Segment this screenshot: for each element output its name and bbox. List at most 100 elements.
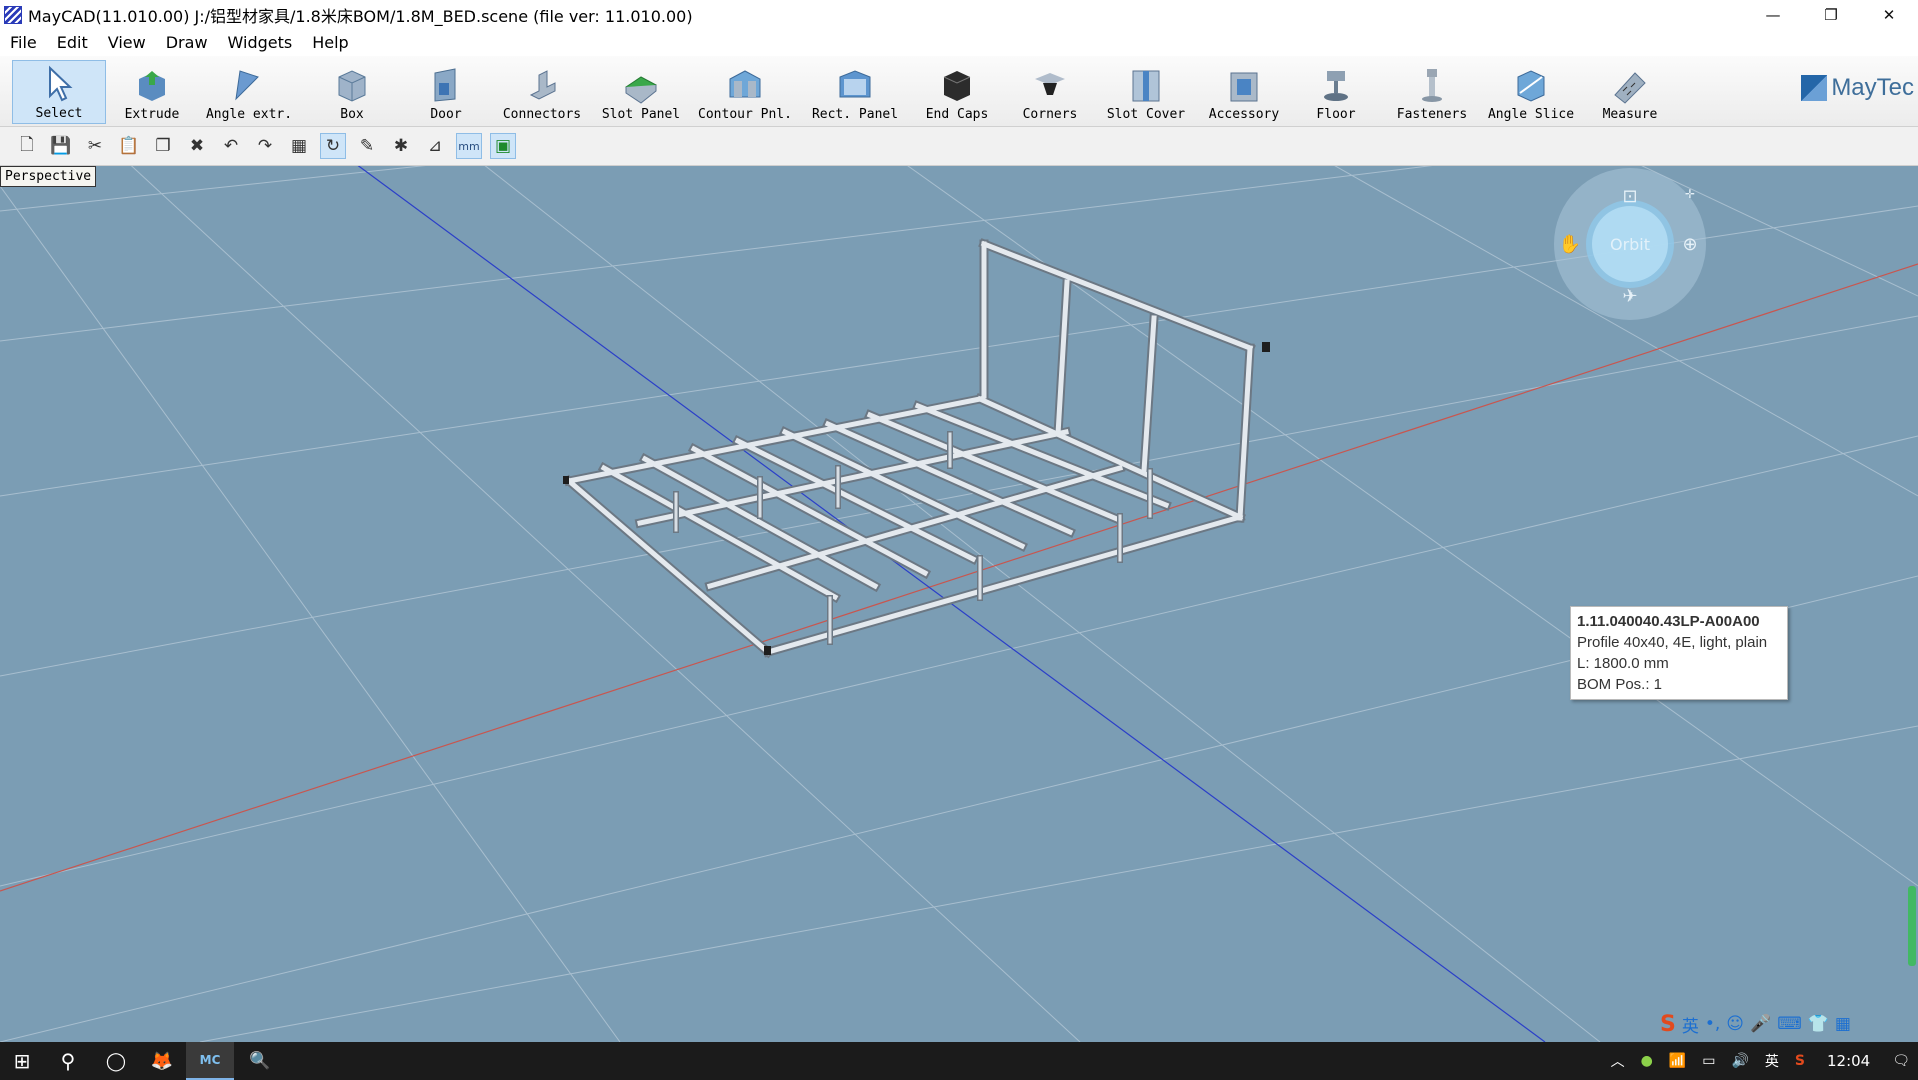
system-tray: ︿ ● 📶 ▭ 🔊 英 S 12:04 🗨	[1603, 1042, 1918, 1080]
windows-taskbar: ⊞ ⚲ ◯ 🦊 MC 🔍 ︿ ● 📶 ▭ 🔊 英 S 12:04 🗨	[0, 1042, 1918, 1080]
redo-icon[interactable]: ↷	[252, 133, 278, 159]
start-button-icon[interactable]: ⊞	[0, 1042, 44, 1080]
x-axis-line	[0, 263, 1918, 892]
close-button[interactable]: ✕	[1860, 0, 1918, 30]
scene-canvas[interactable]: Orbit ⊡ ✋ ⊕ ✈ ✛	[0, 166, 1918, 1042]
tooltip-part-number: 1.11.040040.43LP-A00A00	[1577, 613, 1760, 630]
ime-mic-icon[interactable]: 🎤	[1750, 1014, 1771, 1034]
fasteners-icon	[1422, 69, 1442, 102]
rotate-icon[interactable]: ↻	[320, 133, 346, 159]
fit-view-icon[interactable]: ⊡	[1622, 186, 1637, 207]
end-caps-icon	[943, 71, 971, 101]
new-file-icon[interactable]: 🗋	[14, 133, 40, 159]
part-tooltip: 1.11.040040.43LP-A00A00 Profile 40x40, 4…	[1570, 606, 1788, 700]
tool-angle-extr[interactable]: Angle extr.	[204, 60, 294, 124]
bug-icon[interactable]: ✱	[388, 133, 414, 159]
ime-menu-icon[interactable]: ▦	[1835, 1014, 1851, 1034]
bed-frame-model[interactable]	[562, 238, 1270, 659]
tool-select[interactable]: Select	[12, 60, 106, 124]
cortana-icon[interactable]: ◯	[96, 1042, 136, 1080]
menu-view[interactable]: View	[98, 33, 156, 52]
copy-icon[interactable]: ❐	[150, 133, 176, 159]
dimension-icon[interactable]: ⊿	[422, 133, 448, 159]
undo-icon[interactable]: ↶	[218, 133, 244, 159]
pan-hand-icon[interactable]: ✋	[1559, 233, 1581, 255]
tool-extrude[interactable]: Extrude	[112, 60, 192, 124]
firefox-icon[interactable]: 🦊	[142, 1042, 182, 1080]
paste-icon[interactable]: 📋	[116, 133, 142, 159]
extrude-icon	[139, 71, 165, 101]
window-title: MayCAD(11.010.00) J:/铝型材家具/1.8米床BOM/1.8M…	[28, 7, 693, 26]
menu-draw[interactable]: Draw	[156, 33, 218, 52]
ime-keyboard-icon[interactable]: ⌨	[1777, 1014, 1802, 1034]
sogou-logo-icon[interactable]: S	[1660, 1012, 1676, 1037]
zoom-icon[interactable]: ⊕	[1682, 234, 1697, 255]
select-cursor-icon	[49, 65, 73, 102]
tool-ribbon: Select Extrude Angle extr. Box Door Conn…	[0, 56, 1918, 127]
taskbar-search-icon[interactable]: ⚲	[48, 1042, 88, 1080]
tray-sogou-icon[interactable]: S	[1795, 1053, 1805, 1069]
grid-select-icon[interactable]: ▦	[286, 133, 312, 159]
quick-icon-bar: 🗋 💾 ✂ 📋 ❐ ✖ ↶ ↷ ▦ ↻ ✎ ✱ ⊿ mm ▣	[0, 127, 1918, 166]
tool-measure[interactable]: Measure	[1592, 60, 1668, 124]
notification-icon[interactable]: 🗨	[1892, 1053, 1910, 1069]
slot-panel-icon	[625, 76, 657, 104]
3d-viewport[interactable]: Orbit ⊡ ✋ ⊕ ✈ ✛ Perspective 1.11.040040.…	[0, 166, 1918, 1042]
tool-floor[interactable]: Floor	[1300, 60, 1372, 124]
delete-icon[interactable]: ✖	[184, 133, 210, 159]
save-icon[interactable]: 💾	[48, 133, 74, 159]
tool-door[interactable]: Door	[410, 60, 482, 124]
slot-cover-icon	[1132, 70, 1160, 102]
ime-skin-icon[interactable]: 👕	[1808, 1014, 1829, 1034]
pin-icon[interactable]: ✛	[1685, 187, 1695, 201]
tool-fasteners[interactable]: Fasteners	[1390, 60, 1474, 124]
menu-file[interactable]: File	[0, 33, 47, 52]
ime-lang-toggle[interactable]: 英	[1682, 1012, 1699, 1037]
cut-icon[interactable]: ✂	[82, 133, 108, 159]
tool-end-caps[interactable]: End Caps	[916, 60, 998, 124]
tool-rect-panel[interactable]: Rect. Panel	[810, 60, 900, 124]
measure-icon	[1614, 72, 1646, 104]
tool-slot-panel[interactable]: Slot Panel	[598, 60, 684, 124]
units-mm-icon[interactable]: mm	[456, 133, 482, 159]
maytec-logo: MayTec	[1801, 74, 1914, 102]
tool-angle-slice[interactable]: Angle Slice	[1486, 60, 1576, 124]
corners-icon	[1035, 73, 1065, 95]
search-app-icon[interactable]: 🔍	[236, 1042, 284, 1080]
door-icon	[434, 68, 456, 102]
maycad-app-icon[interactable]	[4, 6, 22, 24]
tooltip-length: L: 1800.0 mm	[1577, 655, 1669, 672]
maytec-logo-mark-icon	[1801, 75, 1828, 101]
wifi-icon[interactable]: 📶	[1669, 1053, 1686, 1069]
navigation-cube[interactable]: Orbit ⊡ ✋ ⊕ ✈ ✛	[1554, 168, 1706, 320]
tray-app-icon[interactable]: ●	[1641, 1053, 1653, 1069]
view-mode-label[interactable]: Perspective	[0, 166, 97, 187]
angle-extrude-icon	[235, 70, 259, 101]
tooltip-description: Profile 40x40, 4E, light, plain	[1577, 634, 1768, 651]
maycad-taskbar-icon[interactable]: MC	[186, 1042, 234, 1080]
tool-box[interactable]: Box	[318, 60, 386, 124]
edit-properties-icon[interactable]: ✎	[354, 133, 380, 159]
tool-slot-cover[interactable]: Slot Cover	[1102, 60, 1190, 124]
clock[interactable]: 12:04	[1827, 1052, 1870, 1070]
tool-contour-pnl[interactable]: Contour Pnl.	[697, 60, 793, 124]
volume-icon[interactable]: 🔊	[1731, 1053, 1748, 1069]
tray-chevron-icon[interactable]: ︿	[1611, 1051, 1625, 1071]
scroll-indicator[interactable]	[1908, 886, 1916, 966]
ime-punct-icon[interactable]: •,	[1705, 1014, 1720, 1034]
orbit-label[interactable]: Orbit	[1610, 235, 1650, 254]
tool-accessory[interactable]: Accessory	[1204, 60, 1284, 124]
ime-emoji-icon[interactable]: ☺	[1726, 1014, 1744, 1034]
menu-edit[interactable]: Edit	[47, 33, 98, 52]
menu-widgets[interactable]: Widgets	[218, 33, 303, 52]
tool-connectors[interactable]: Connectors	[500, 60, 584, 124]
tray-ime-lang[interactable]: 英	[1765, 1051, 1779, 1071]
battery-icon[interactable]: ▭	[1702, 1053, 1715, 1069]
menu-help[interactable]: Help	[302, 33, 358, 52]
green-blocks-icon[interactable]: ▣	[490, 133, 516, 159]
fly-icon[interactable]: ✈	[1622, 286, 1637, 307]
minimize-button[interactable]: —	[1744, 0, 1802, 30]
tool-corners[interactable]: Corners	[1014, 60, 1086, 124]
restore-button[interactable]: ❐	[1802, 0, 1860, 30]
contour-panel-icon	[729, 70, 761, 98]
